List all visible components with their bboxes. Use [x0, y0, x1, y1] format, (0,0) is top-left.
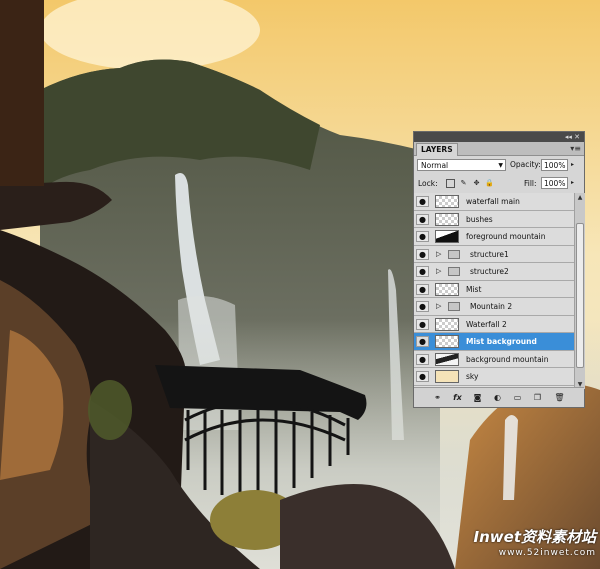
blend-mode-value: Normal — [421, 161, 449, 170]
layer-group-row[interactable]: ● ▷ structure1 — [414, 245, 574, 263]
layer-row[interactable]: ● Mist background — [414, 333, 574, 351]
layers-bottom-toolbar: ⚭ fx ◙ ◐ ▭ ❐ 🗑 — [414, 387, 584, 407]
layer-mask-icon[interactable]: ◙ — [472, 392, 483, 403]
layer-row[interactable]: ● bushes — [414, 210, 574, 228]
layer-row[interactable]: ● foreground mountain — [414, 228, 574, 246]
watermark-url: www.52inwet.com — [498, 548, 596, 558]
panel-menu-icon[interactable]: ▾≡ — [570, 142, 581, 155]
layer-name[interactable]: foreground mountain — [466, 231, 545, 242]
visibility-eye-icon[interactable]: ● — [416, 353, 429, 365]
layer-row[interactable]: ● waterfall main — [414, 193, 574, 211]
scroll-up-icon[interactable]: ▲ — [575, 193, 585, 202]
fill-dropdown-icon[interactable]: ▸ — [571, 177, 574, 189]
adjustment-layer-icon[interactable]: ◐ — [492, 392, 503, 403]
layer-style-icon[interactable]: fx — [452, 392, 463, 403]
chevron-down-icon: ▼ — [498, 162, 503, 169]
lock-image-pixels-icon[interactable]: ✎ — [459, 179, 468, 188]
layer-name[interactable]: Mist — [466, 284, 481, 295]
folder-icon — [448, 249, 460, 259]
visibility-eye-icon[interactable]: ● — [416, 231, 429, 242]
layer-row[interactable]: ● background mountain — [414, 350, 574, 368]
layer-name[interactable]: waterfall main — [466, 196, 520, 207]
expand-group-icon[interactable]: ▷ — [436, 266, 441, 277]
layer-list: ● waterfall main ● bushes ● foreground mounta… — [414, 193, 574, 389]
visibility-eye-icon[interactable]: ● — [416, 213, 429, 225]
layer-name[interactable]: structure2 — [470, 266, 509, 277]
lock-row: Lock: ✎ ✥ 🔒 Fill: 100% ▸ — [414, 174, 584, 194]
layer-thumbnail[interactable] — [435, 195, 459, 208]
layer-group-row[interactable]: ● ▷ Mountain 2 — [414, 298, 574, 316]
watermark: Inwet资料素材站 www.52inwet.com — [456, 527, 596, 565]
panel-titlebar[interactable]: ◂◂ ✕ — [414, 132, 584, 142]
visibility-eye-icon[interactable]: ● — [416, 371, 429, 382]
layer-list-scrollbar[interactable]: ▲ ▼ — [574, 193, 585, 389]
layers-panel: ◂◂ ✕ LAYERS ▾≡ Normal ▼ Opacity: 100% ▸ … — [413, 131, 585, 408]
opacity-dropdown-icon[interactable]: ▸ — [571, 159, 574, 171]
opacity-label: Opacity: — [510, 160, 541, 169]
layer-row[interactable]: ● sky — [414, 368, 574, 386]
lock-label: Lock: — [418, 179, 438, 188]
collapse-icon[interactable]: ◂◂ ✕ — [565, 132, 580, 142]
visibility-eye-icon[interactable]: ● — [416, 283, 429, 295]
layer-row[interactable]: ● Waterfall 2 — [414, 315, 574, 333]
opacity-input[interactable]: 100% — [541, 159, 568, 171]
layer-name[interactable]: sky — [466, 371, 478, 382]
new-group-icon[interactable]: ▭ — [512, 392, 523, 403]
layer-thumbnail[interactable] — [435, 282, 459, 296]
delete-layer-icon[interactable]: 🗑 — [554, 392, 565, 403]
watermark-main: Inwet资料素材站 — [473, 528, 596, 546]
layer-group-row[interactable]: ● ▷ structure2 — [414, 263, 574, 281]
tab-layers[interactable]: LAYERS — [416, 143, 458, 156]
fill-label: Fill: — [524, 179, 537, 188]
layer-thumbnail[interactable] — [435, 212, 459, 226]
layer-thumbnail[interactable] — [435, 352, 459, 366]
lock-transparent-pixels-icon[interactable] — [446, 179, 455, 188]
expand-group-icon[interactable]: ▷ — [436, 301, 441, 312]
visibility-eye-icon[interactable]: ● — [416, 336, 429, 347]
layer-name[interactable]: Waterfall 2 — [466, 319, 507, 330]
layer-thumbnail[interactable] — [435, 230, 459, 243]
visibility-eye-icon[interactable]: ● — [416, 248, 429, 260]
layer-name[interactable]: Mist background — [466, 336, 537, 347]
fill-input[interactable]: 100% — [541, 177, 568, 189]
lock-all-icon[interactable]: 🔒 — [485, 179, 494, 188]
layer-thumbnail[interactable] — [435, 370, 459, 383]
visibility-eye-icon[interactable]: ● — [416, 301, 429, 312]
folder-icon — [448, 267, 460, 276]
layer-name[interactable]: structure1 — [470, 249, 509, 260]
folder-icon — [448, 302, 460, 311]
layer-name[interactable]: bushes — [466, 214, 493, 225]
blend-row: Normal ▼ Opacity: 100% ▸ — [414, 156, 584, 174]
visibility-eye-icon[interactable]: ● — [416, 266, 429, 277]
link-layers-icon[interactable]: ⚭ — [432, 392, 443, 403]
panel-tabbar: LAYERS ▾≡ — [414, 142, 584, 156]
layer-thumbnail[interactable] — [435, 317, 459, 331]
layer-name[interactable]: Mountain 2 — [470, 301, 512, 312]
layer-row[interactable]: ● Mist — [414, 280, 574, 298]
new-layer-icon[interactable]: ❐ — [532, 392, 543, 403]
layer-thumbnail[interactable] — [435, 335, 459, 348]
scroll-thumb[interactable] — [576, 223, 584, 368]
lock-position-icon[interactable]: ✥ — [472, 179, 481, 188]
layer-name[interactable]: background mountain — [466, 354, 549, 365]
blend-mode-select[interactable]: Normal ▼ — [417, 159, 506, 171]
visibility-eye-icon[interactable]: ● — [416, 318, 429, 330]
visibility-eye-icon[interactable]: ● — [416, 196, 429, 207]
expand-group-icon[interactable]: ▷ — [436, 249, 441, 260]
